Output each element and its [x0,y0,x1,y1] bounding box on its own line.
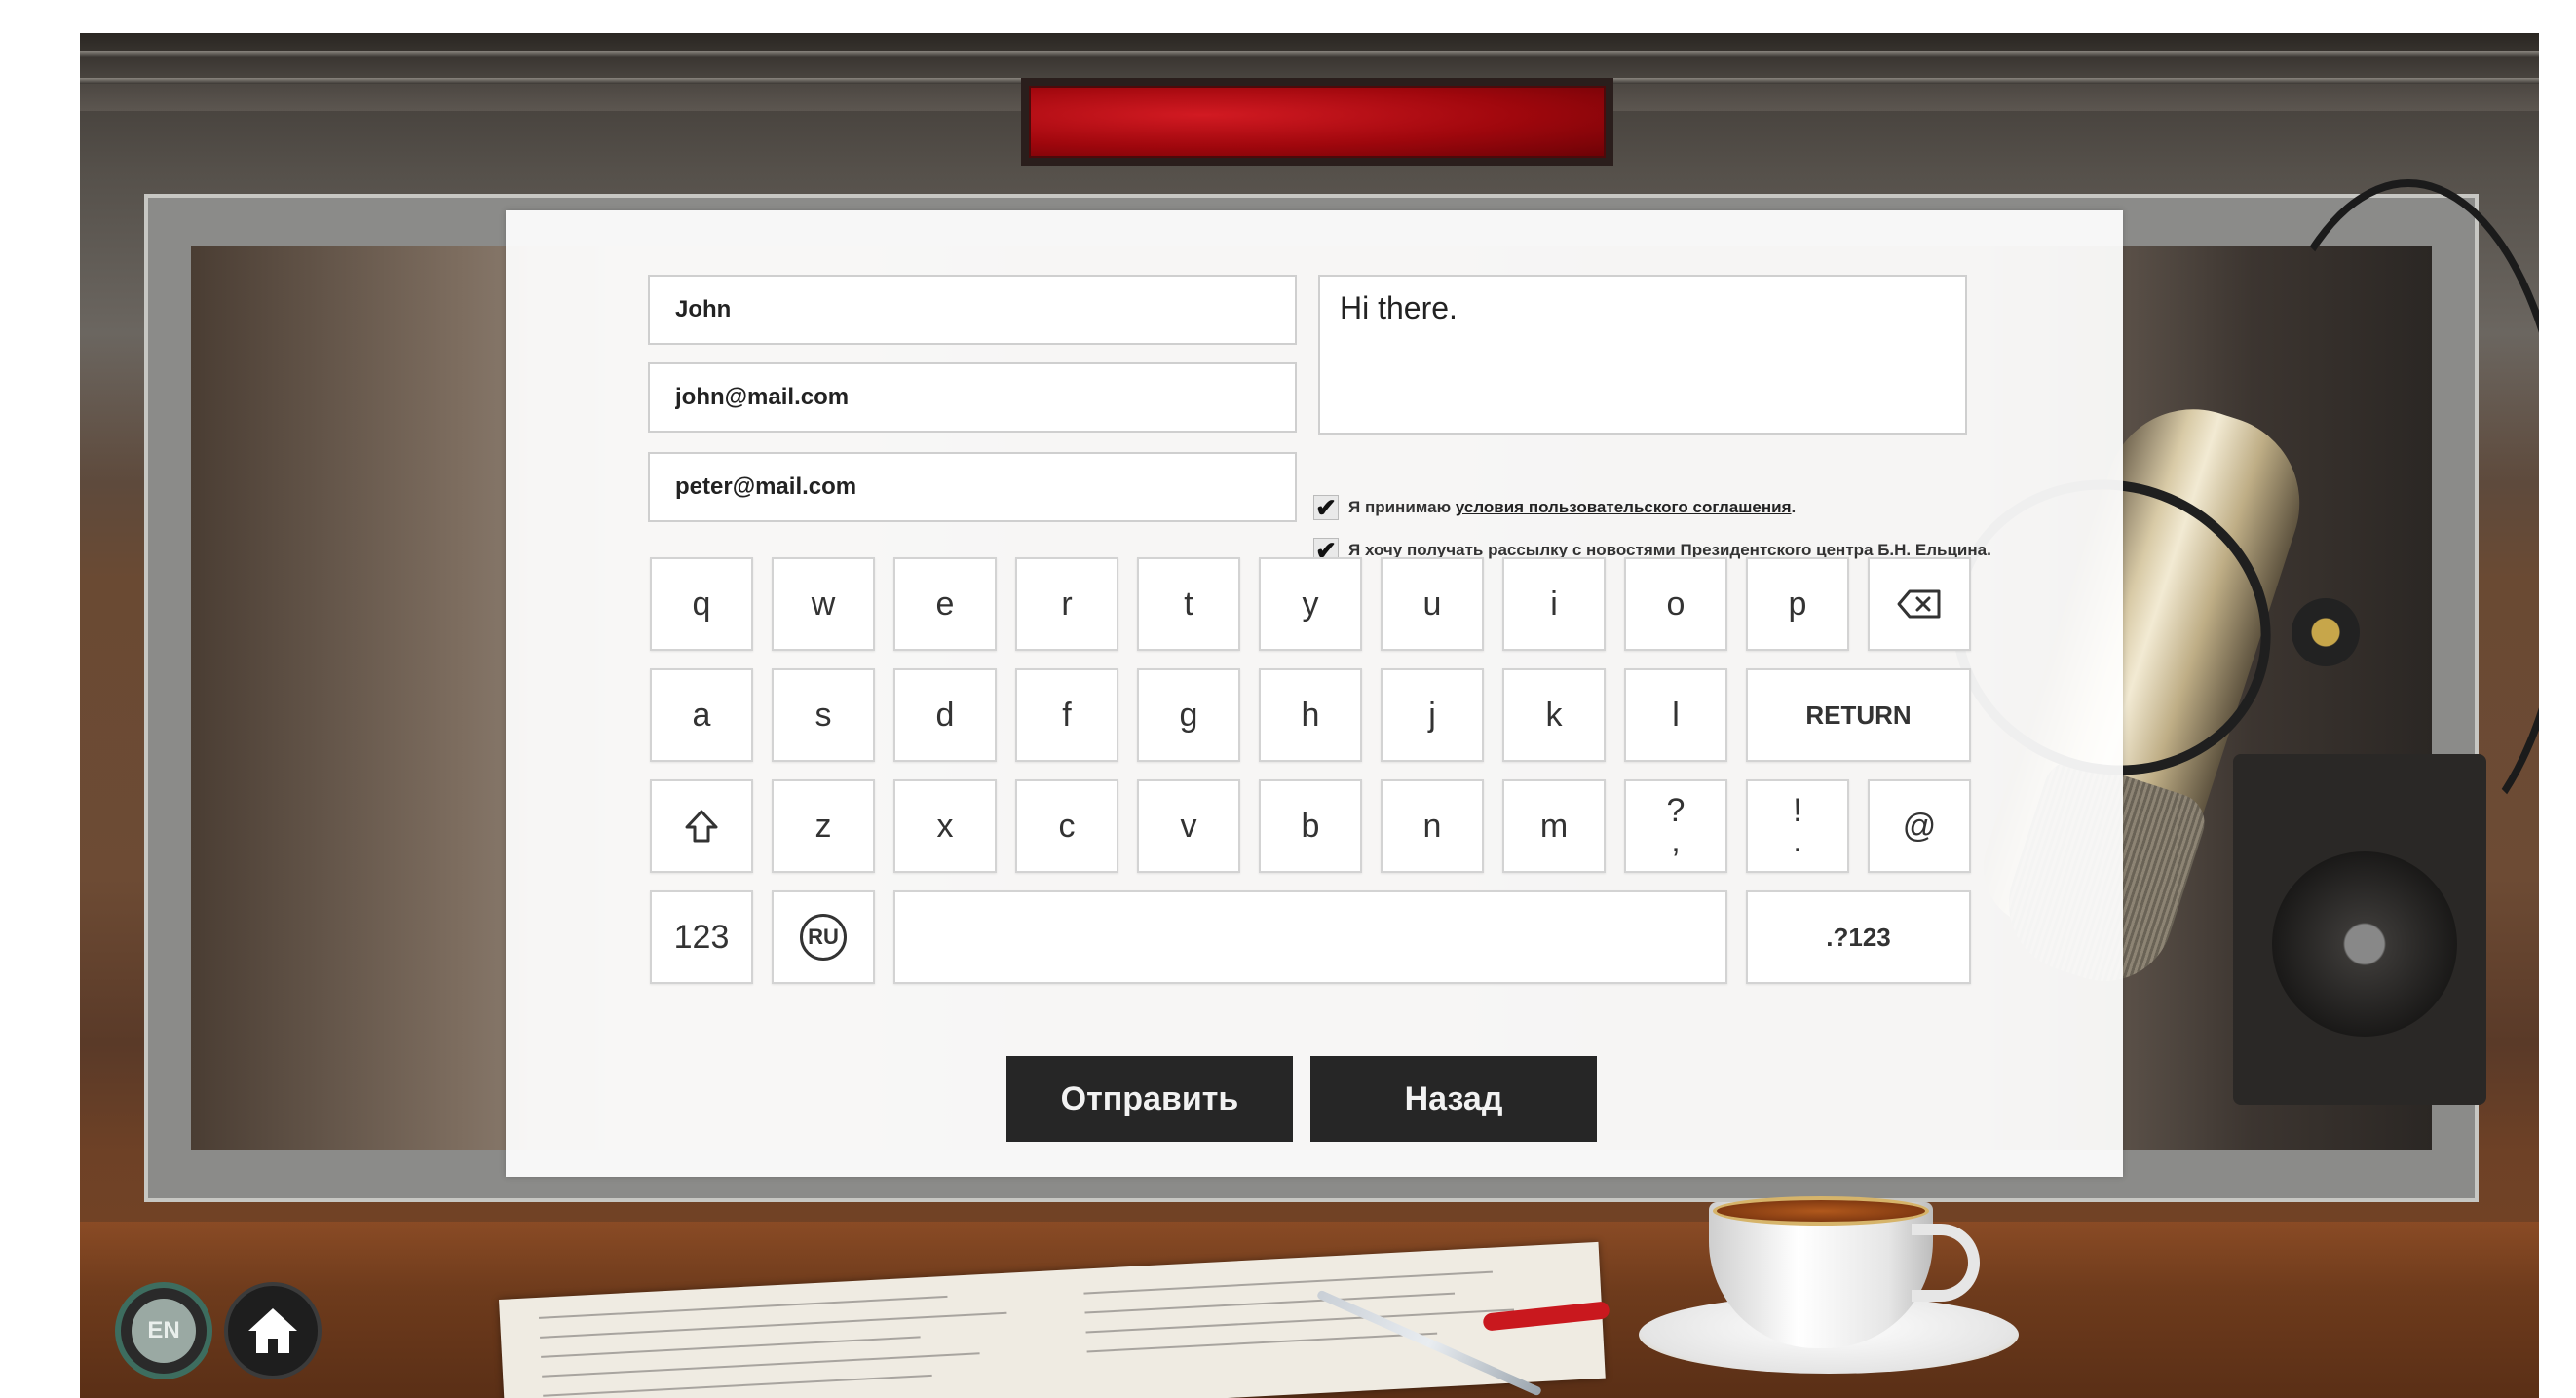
key-h[interactable]: h [1259,668,1362,762]
home-button[interactable] [224,1282,322,1379]
key-exclaim-period-label: ! . [1793,795,1802,859]
key-i[interactable]: i [1502,557,1606,651]
send-button[interactable]: Отправить [1006,1056,1293,1142]
language-ru-icon: RU [800,914,847,961]
key-w[interactable]: w [772,557,875,651]
tea [1713,1196,1929,1226]
key-x[interactable]: x [893,779,997,873]
key-c[interactable]: c [1015,779,1118,873]
back-button[interactable]: Назад [1310,1056,1597,1142]
backspace-key[interactable] [1868,557,1971,651]
studio-background: Hi there. ✔ Я принимаю условия пользоват… [80,33,2539,1398]
shift-key[interactable] [650,779,753,873]
key-period-symbol: . [1793,822,1802,859]
key-p[interactable]: p [1746,557,1849,651]
shift-icon [685,810,718,843]
on-air-sign [1021,78,1613,166]
key-s[interactable]: s [772,668,875,762]
key-y[interactable]: y [1259,557,1362,651]
key-j[interactable]: j [1381,668,1484,762]
recipient-email-field[interactable] [648,452,1297,522]
key-q[interactable]: q [650,557,753,651]
key-l[interactable]: l [1624,668,1727,762]
symbols-key[interactable]: .?123 [1746,890,1971,984]
terms-checkbox[interactable]: ✔ [1313,495,1339,520]
message-form-panel: Hi there. ✔ Я принимаю условия пользоват… [506,210,2123,1177]
key-question-comma-label: ? , [1667,795,1686,859]
key-question-comma[interactable]: ? , [1624,779,1727,873]
terms-agreement-row: ✔ Я принимаю условия пользовательского с… [1313,495,1796,520]
message-textarea[interactable]: Hi there. [1318,275,1967,435]
microphone-knob [2292,598,2360,666]
language-en-label: EN [132,1299,196,1363]
key-b[interactable]: b [1259,779,1362,873]
key-comma-symbol: , [1671,822,1681,859]
terms-suffix: . [1791,498,1797,516]
numeric-key[interactable]: 123 [650,890,753,984]
return-key[interactable]: RETURN [1746,668,1971,762]
key-k[interactable]: k [1502,668,1606,762]
key-o[interactable]: o [1624,557,1727,651]
key-t[interactable]: t [1137,557,1240,651]
key-g[interactable]: g [1137,668,1240,762]
key-d[interactable]: d [893,668,997,762]
terms-link[interactable]: условия пользовательского соглашения [1456,498,1792,516]
language-switch-key[interactable]: RU [772,890,875,984]
key-v[interactable]: v [1137,779,1240,873]
key-f[interactable]: f [1015,668,1118,762]
email-field[interactable] [648,362,1297,433]
language-toggle-button[interactable]: EN [115,1282,212,1379]
on-air-light [1029,86,1606,158]
terms-prefix: Я принимаю [1348,498,1452,516]
key-exclaim-period[interactable]: ! . [1746,779,1849,873]
key-at[interactable]: @ [1868,779,1971,873]
key-z[interactable]: z [772,779,875,873]
key-n[interactable]: n [1381,779,1484,873]
key-a[interactable]: a [650,668,753,762]
pipe [80,51,2539,57]
key-u[interactable]: u [1381,557,1484,651]
space-key[interactable] [893,890,1727,984]
home-icon [248,1308,297,1353]
key-m[interactable]: m [1502,779,1606,873]
key-r[interactable]: r [1015,557,1118,651]
backspace-icon [1897,589,1941,619]
key-e[interactable]: e [893,557,997,651]
checkmark-icon: ✔ [1315,493,1337,522]
name-field[interactable] [648,275,1297,345]
speaker-cone [2272,851,2457,1037]
